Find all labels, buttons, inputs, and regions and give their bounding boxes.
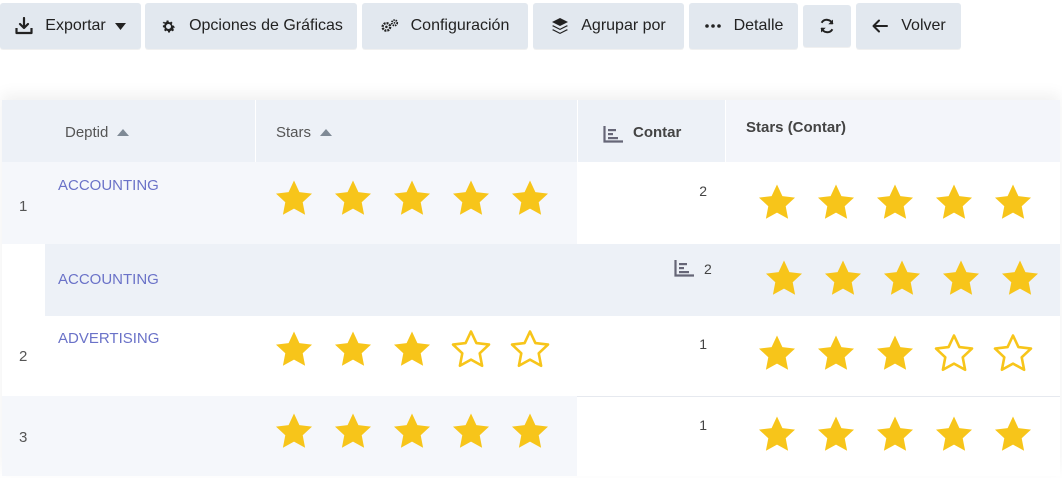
star-rating [757,182,1052,222]
star-filled-icon [993,414,1033,454]
column-header-deptid-label: Deptid [65,124,109,141]
detail-button[interactable]: Detalle [689,3,798,49]
settings-button[interactable]: Configuración [362,3,528,49]
sort-ascending-icon [320,129,333,136]
count-value: 2 [704,261,712,277]
chart-bar-icon [674,260,694,281]
star-rating [764,258,1059,298]
table-row: ACCOUNTING [45,162,577,244]
star-outline-icon [510,329,550,369]
column-header-stars-count-label: Stars (Contar) [746,119,847,136]
back-button[interactable]: Volver [856,3,961,49]
star-filled-icon [392,411,432,451]
dept-link[interactable]: ADVERTISING [58,330,159,347]
star-filled-icon [934,414,974,454]
column-header-stars-label: Stars [276,124,312,141]
count-cell: 2 [577,162,725,244]
star-filled-icon [816,333,856,373]
caret-down-icon [114,22,126,30]
star-filled-icon [764,258,804,298]
star-filled-icon [757,182,797,222]
column-header-stars-count[interactable]: Stars (Contar) [725,100,1060,162]
refresh-button[interactable] [803,5,851,47]
star-outline-icon [993,333,1033,373]
column-header-stars[interactable]: Stars [255,100,577,162]
dept-link[interactable]: ACCOUNTING [58,271,159,288]
stars-count-cell [725,162,1060,244]
detail-label: Detalle [733,17,784,34]
star-filled-icon [882,258,922,298]
layers-icon [551,17,569,35]
count-cell: 1 [577,396,725,476]
star-filled-icon [451,411,491,451]
download-icon [15,17,33,35]
star-filled-icon [274,178,314,218]
subtotal-row: ACCOUNTING 2 [45,244,1060,316]
group-by-button[interactable]: Agrupar por [533,3,684,49]
toolbar: Exportar Opciones de Gráficas Configurac… [0,3,1062,50]
star-filled-icon [993,182,1033,222]
star-filled-icon [941,258,981,298]
settings-label: Configuración [410,17,510,34]
gears-icon [381,17,399,35]
refresh-icon [818,17,836,35]
star-filled-icon [510,411,550,451]
column-header-count-label: Contar [633,124,682,141]
export-button[interactable]: Exportar [0,3,141,49]
star-filled-icon [823,258,863,298]
row-number-header [2,100,45,162]
star-outline-icon [451,329,491,369]
star-filled-icon [510,178,550,218]
export-label: Exportar [45,17,106,34]
star-filled-icon [1000,258,1040,298]
star-rating [274,329,569,369]
dept-link[interactable]: ACCOUNTING [58,177,159,194]
star-filled-icon [392,329,432,369]
star-filled-icon [875,333,915,373]
table-row-number: 3 [2,396,45,476]
star-filled-icon [333,411,373,451]
report-table: Deptid Stars Contar Stars (Contar) 1 ACC… [2,100,1060,476]
star-filled-icon [816,182,856,222]
star-filled-icon [875,182,915,222]
star-filled-icon [816,414,856,454]
star-rating [274,178,569,218]
star-filled-icon [333,178,373,218]
star-rating [274,411,569,451]
table-row: ADVERTISING [45,316,577,396]
star-rating [757,333,1052,373]
table-row-number: 1 [2,162,45,244]
chart-options-label: Opciones de Gráficas [189,17,343,34]
star-filled-icon [274,411,314,451]
table-row [45,396,577,476]
ellipsis-icon [704,17,722,35]
count-cell: 1 [577,316,725,396]
stars-count-cell [725,396,1060,476]
star-filled-icon [333,329,373,369]
column-header-count[interactable]: Contar [577,100,725,162]
star-filled-icon [451,178,491,218]
chart-options-button[interactable]: Opciones de Gráficas [145,3,357,49]
arrow-left-icon [871,17,889,35]
star-rating [757,414,1052,454]
star-filled-icon [757,333,797,373]
count-value: 1 [699,336,707,352]
sort-ascending-icon [117,129,130,136]
group-by-label: Agrupar por [581,17,666,34]
star-outline-icon [934,333,974,373]
column-header-deptid[interactable]: Deptid [45,100,255,162]
table-row-number [2,244,45,316]
star-filled-icon [875,414,915,454]
gear-icon [159,17,177,35]
count-value: 1 [699,417,707,433]
table-row-number: 2 [2,316,45,396]
star-filled-icon [934,182,974,222]
back-label: Volver [901,17,946,34]
count-value: 2 [699,183,707,199]
star-filled-icon [757,414,797,454]
star-filled-icon [274,329,314,369]
stars-count-cell [725,316,1060,396]
chart-bar-icon [603,126,623,143]
star-filled-icon [392,178,432,218]
